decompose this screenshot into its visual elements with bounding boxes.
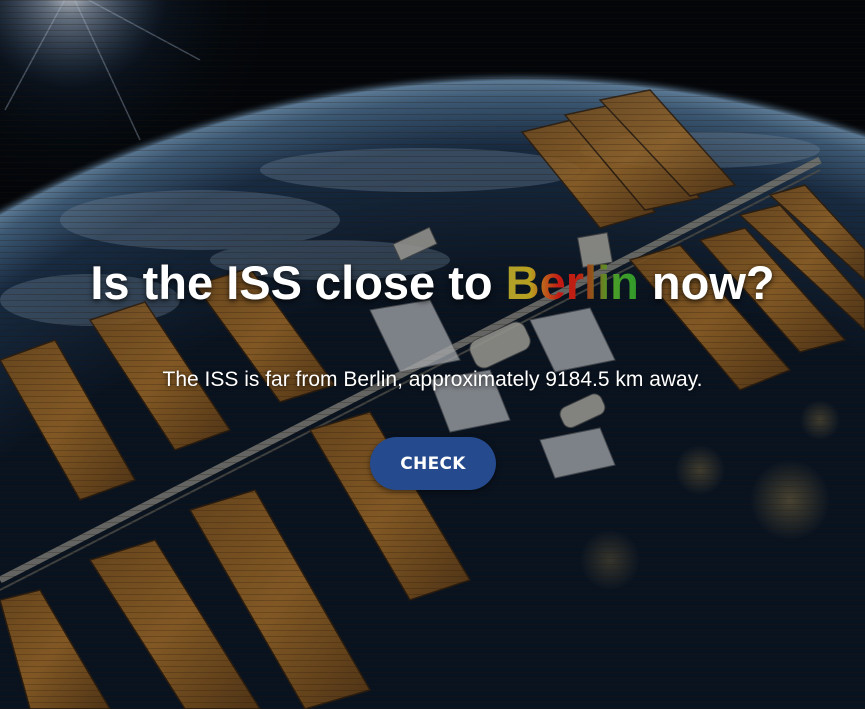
dark-overlay [0,0,865,709]
city-name: Berlin [505,256,639,309]
distance-result-text: The ISS is far from Berlin, approximatel… [162,368,703,391]
page-title: Is the ISS close to Berlin now? [0,255,865,310]
title-prefix: Is the ISS close to [90,256,506,309]
check-button[interactable]: CHECK [370,437,496,490]
page: Is the ISS close to Berlin now? The ISS … [0,0,865,709]
title-suffix: now? [638,256,775,309]
